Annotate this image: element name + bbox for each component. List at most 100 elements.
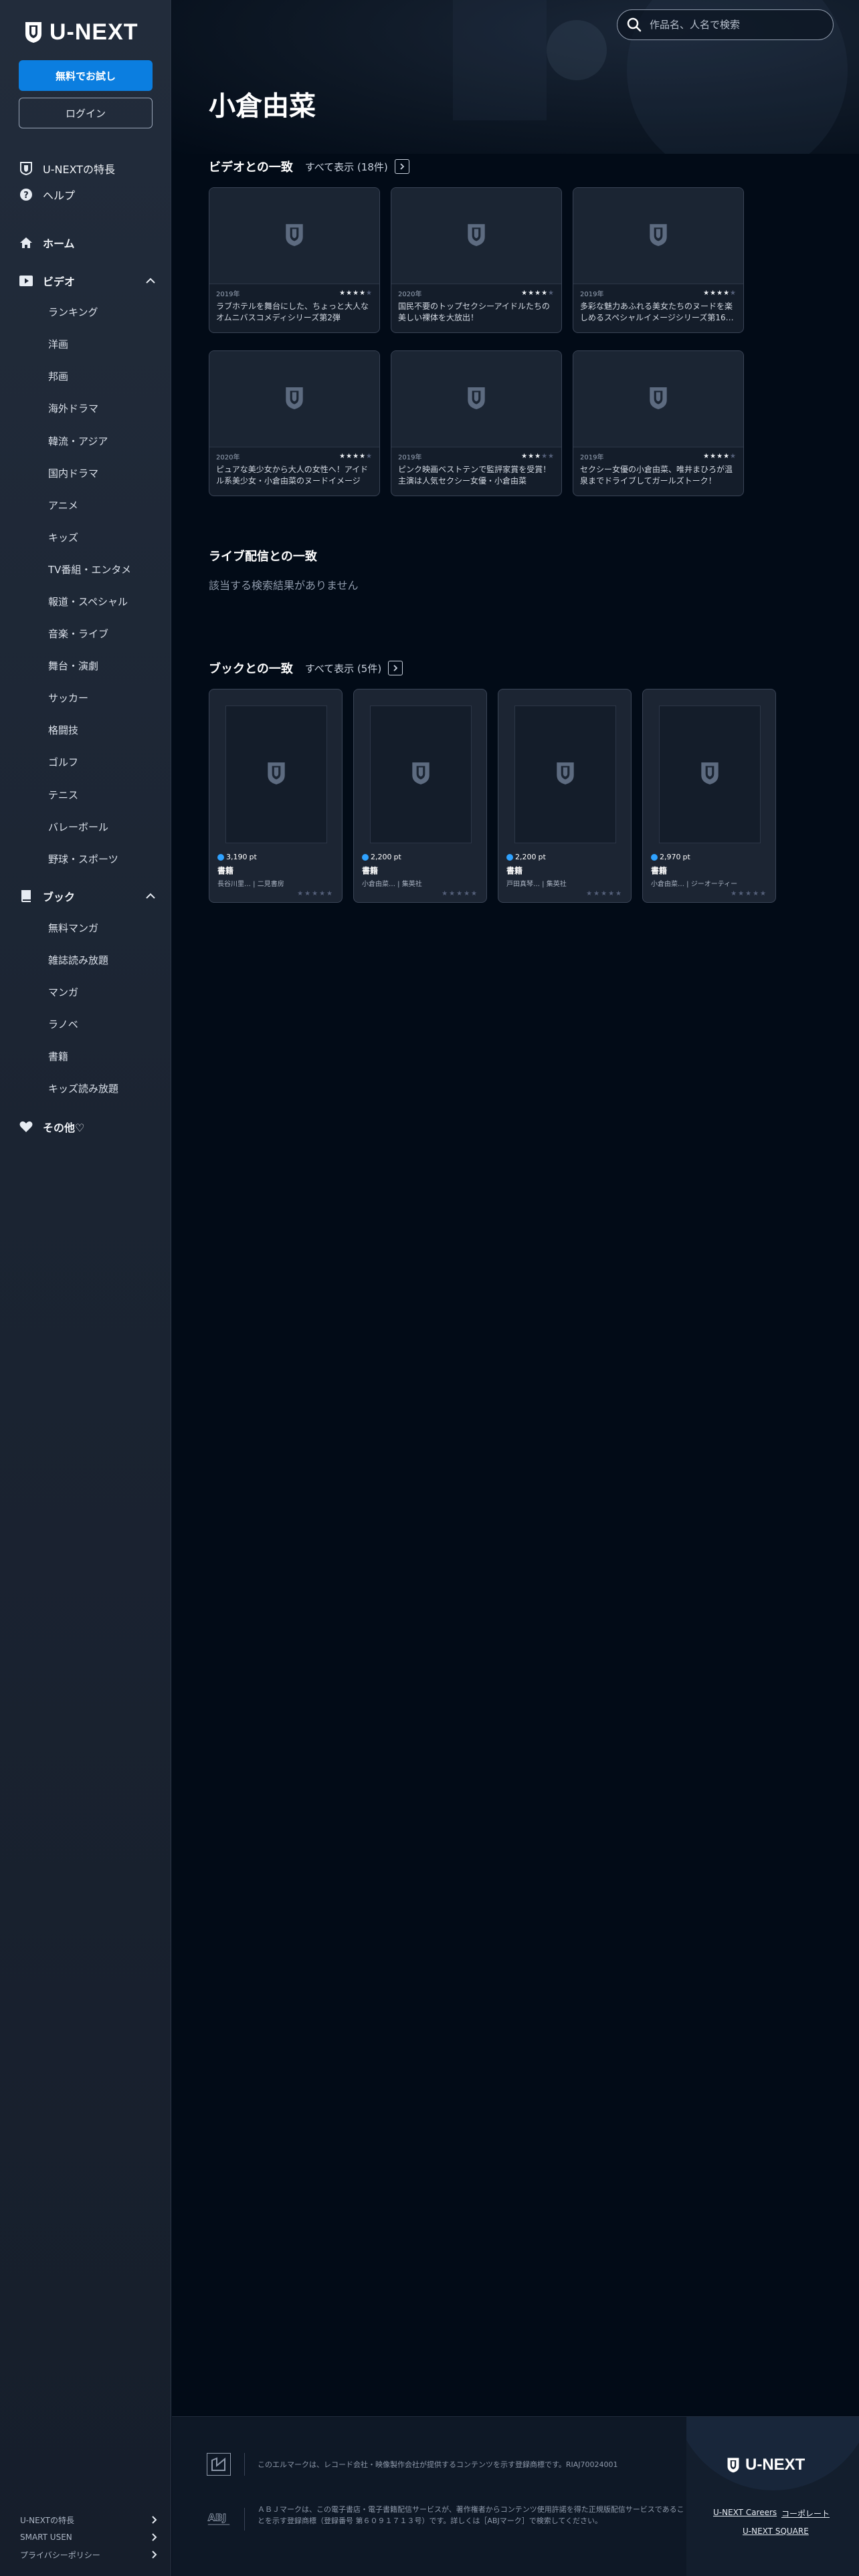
rating-stars: ★★★★★ bbox=[703, 453, 737, 460]
video-card[interactable]: 2020年 ★★★★★ ピュアな美少女から大人の女性へ！アイドル系美少女・小倉由… bbox=[209, 350, 380, 496]
search-input[interactable] bbox=[650, 19, 817, 31]
video-year: 2020年 bbox=[216, 454, 240, 461]
show-all-link[interactable]: すべて表示 (18件) bbox=[305, 159, 409, 174]
chevron-up-icon[interactable] bbox=[145, 890, 157, 902]
sidebar-subitem[interactable]: アニメ bbox=[48, 496, 78, 514]
live-section-header: ライブ配信との一致 bbox=[209, 547, 317, 564]
video-card[interactable]: 2019年 ★★★★★ ラブホテルを舞台にした、ちょっと大人なオムニバスコメディ… bbox=[209, 187, 380, 333]
video-card[interactable]: 2019年 ★★★★★ 多彩な魅力あふれる美女たちのヌードを楽しめるスペシャルイ… bbox=[573, 187, 744, 333]
sidebar-subitem[interactable]: ラノベ bbox=[48, 1014, 78, 1033]
video-description: ピンク映画ベストテンで監評家賞を受賞！主演は人気セクシー女優・小倉由菜 bbox=[398, 465, 551, 486]
chevron-up-icon[interactable] bbox=[145, 275, 157, 287]
sidebar-subitem[interactable]: 雑誌読み放題 bbox=[48, 950, 108, 969]
star-icon: ★ bbox=[339, 453, 347, 460]
sidebar-subitem[interactable]: キッズ bbox=[48, 528, 78, 546]
video-description: ラブホテルを舞台にした、ちょっと大人なオムニバスコメディシリーズ第2弾 bbox=[216, 302, 369, 322]
video-year: 2019年 bbox=[398, 454, 422, 461]
star-icon: ★ bbox=[521, 290, 529, 297]
video-section-header: ビデオとの一致 すべて表示 (18件) bbox=[209, 158, 409, 175]
video-description: セクシー女優の小倉由菜、唯井まひろが温泉までドライブしてガールズトーク！ bbox=[580, 465, 733, 486]
star-icon: ★ bbox=[353, 453, 360, 460]
book-card[interactable]: 2,970 pt 書籍 小倉由菜… | ジーオーティー ★★★★★ bbox=[642, 689, 776, 903]
sidebar-subitem[interactable]: 韓流・アジア bbox=[48, 431, 108, 450]
video-icon bbox=[19, 274, 33, 288]
sidebar-subitem[interactable]: サッカー bbox=[48, 688, 88, 707]
sidebar-subitem[interactable]: 海外ドラマ bbox=[48, 399, 98, 417]
book-cover bbox=[370, 706, 472, 843]
sidebar-subitem[interactable]: バレーボール bbox=[48, 817, 108, 836]
footer-logo[interactable]: U-NEXT bbox=[727, 2456, 805, 2474]
price-unit: pt bbox=[393, 853, 401, 861]
sidebar-subitem[interactable]: TV番組・エンタメ bbox=[48, 560, 131, 578]
star-icon: ★ bbox=[541, 290, 549, 297]
sidebar-item-book[interactable]: ブック bbox=[19, 886, 159, 906]
sidebar-item-features[interactable]: U-NEXTの特長 bbox=[19, 158, 159, 179]
page-title: 小倉由菜 bbox=[209, 91, 316, 122]
sidebar-subitem[interactable]: 報道・スペシャル bbox=[48, 592, 128, 611]
book-author: 小倉由菜… | 集英社 bbox=[362, 881, 422, 888]
rating-stars: ★★★★★ bbox=[297, 890, 334, 897]
free-trial-button[interactable]: 無料でお試し bbox=[19, 60, 153, 91]
video-year: 2019年 bbox=[580, 454, 604, 461]
show-all-link[interactable]: すべて表示 (5件) bbox=[305, 661, 403, 675]
sidebar-subitem[interactable]: 国内ドラマ bbox=[48, 463, 98, 482]
sidebar-footer-link[interactable]: プライバシーポリシー bbox=[20, 2547, 158, 2562]
rating-stars: ★★★★★ bbox=[339, 453, 373, 460]
video-description: 国民不要のトップセクシーアイドルたちの美しい裸体を大放出！ bbox=[398, 302, 550, 322]
placeholder-shield-icon bbox=[466, 386, 486, 413]
sidebar-footer-link[interactable]: U-NEXTの特長 bbox=[20, 2512, 158, 2527]
sidebar-subitem[interactable]: 無料マンガ bbox=[48, 918, 98, 937]
placeholder-shield-icon bbox=[648, 223, 668, 249]
star-icon: ★ bbox=[359, 290, 367, 297]
corporate-link[interactable]: コーポレート bbox=[781, 2508, 830, 2519]
star-icon: ★ bbox=[717, 290, 724, 297]
sidebar-footer-label: U-NEXTの特長 bbox=[20, 2515, 75, 2525]
sidebar-item-video[interactable]: ビデオ bbox=[19, 271, 159, 291]
star-icon: ★ bbox=[703, 290, 710, 297]
sidebar-subitem[interactable]: 洋画 bbox=[48, 334, 68, 353]
book-cover bbox=[514, 706, 616, 843]
section-title: ビデオとの一致 bbox=[209, 160, 293, 175]
sidebar-subitem[interactable]: キッズ読み放題 bbox=[48, 1079, 118, 1097]
book-card[interactable]: 2,200 pt 書籍 小倉由菜… | 集英社 ★★★★★ bbox=[353, 689, 487, 903]
book-card[interactable]: 2,200 pt 書籍 戸田真琴… | 集英社 ★★★★★ bbox=[498, 689, 632, 903]
sidebar-item-home[interactable]: ホーム bbox=[19, 233, 159, 253]
video-card[interactable]: 2020年 ★★★★★ 国民不要のトップセクシーアイドルたちの美しい裸体を大放出… bbox=[391, 187, 562, 333]
footer-brand-panel: U-NEXT U-NEXT Careers コーポレート U-NEXT SQUA… bbox=[686, 2417, 859, 2576]
sidebar-footer-link[interactable]: SMART USEN bbox=[20, 2530, 158, 2545]
unext-logo[interactable]: U-NEXT bbox=[24, 19, 138, 45]
square-link[interactable]: U-NEXT SQUARE bbox=[743, 2527, 809, 2536]
star-icon: ★ bbox=[548, 453, 555, 460]
sidebar-subitem[interactable]: 野球・スポーツ bbox=[48, 849, 118, 868]
sidebar-subitem[interactable]: ゴルフ bbox=[48, 752, 78, 771]
star-icon: ★ bbox=[717, 453, 724, 460]
careers-link[interactable]: U-NEXT Careers bbox=[713, 2508, 777, 2517]
star-icon: ★ bbox=[366, 290, 373, 297]
sidebar-subitem[interactable]: 舞台・演劇 bbox=[48, 656, 98, 675]
sidebar-subitem[interactable]: 格闘技 bbox=[48, 720, 78, 739]
book-author: 戸田真琴… | 集英社 bbox=[506, 881, 567, 888]
book-type: 書籍 bbox=[362, 866, 379, 875]
search-icon bbox=[627, 17, 642, 32]
login-button[interactable]: ログイン bbox=[19, 98, 153, 128]
sidebar-subitem[interactable]: 邦画 bbox=[48, 366, 68, 385]
footer-decoration bbox=[686, 2417, 859, 2490]
sidebar-subitem[interactable]: 音楽・ライブ bbox=[48, 624, 108, 643]
rating-stars: ★★★★★ bbox=[521, 290, 555, 297]
sidebar-item-other[interactable]: その他♡ bbox=[19, 1117, 159, 1137]
sidebar-subitem[interactable]: 書籍 bbox=[48, 1047, 68, 1065]
book-card[interactable]: 3,190 pt 書籍 長谷川里… | 二見書房 ★★★★★ bbox=[209, 689, 343, 903]
sidebar-subitem[interactable]: マンガ bbox=[48, 982, 78, 1001]
chevron-right-icon bbox=[388, 661, 403, 675]
point-icon bbox=[651, 853, 658, 861]
sidebar-subitem[interactable]: ランキング bbox=[48, 302, 98, 321]
price-value: 2,200 bbox=[371, 853, 392, 861]
search-box[interactable] bbox=[617, 9, 834, 40]
sidebar-subitem[interactable]: テニス bbox=[48, 785, 78, 804]
video-card[interactable]: 2019年 ★★★★★ ピンク映画ベストテンで監評家賞を受賞！主演は人気セクシー… bbox=[391, 350, 562, 496]
sidebar-item-help[interactable]: ? ヘルプ bbox=[19, 185, 159, 205]
book-type: 書籍 bbox=[217, 866, 234, 875]
book-author: 長谷川里… | 二見書房 bbox=[217, 881, 284, 888]
video-card[interactable]: 2019年 ★★★★★ セクシー女優の小倉由菜、唯井まひろが温泉までドライブして… bbox=[573, 350, 744, 496]
svg-text:ABJ: ABJ bbox=[208, 2513, 226, 2524]
